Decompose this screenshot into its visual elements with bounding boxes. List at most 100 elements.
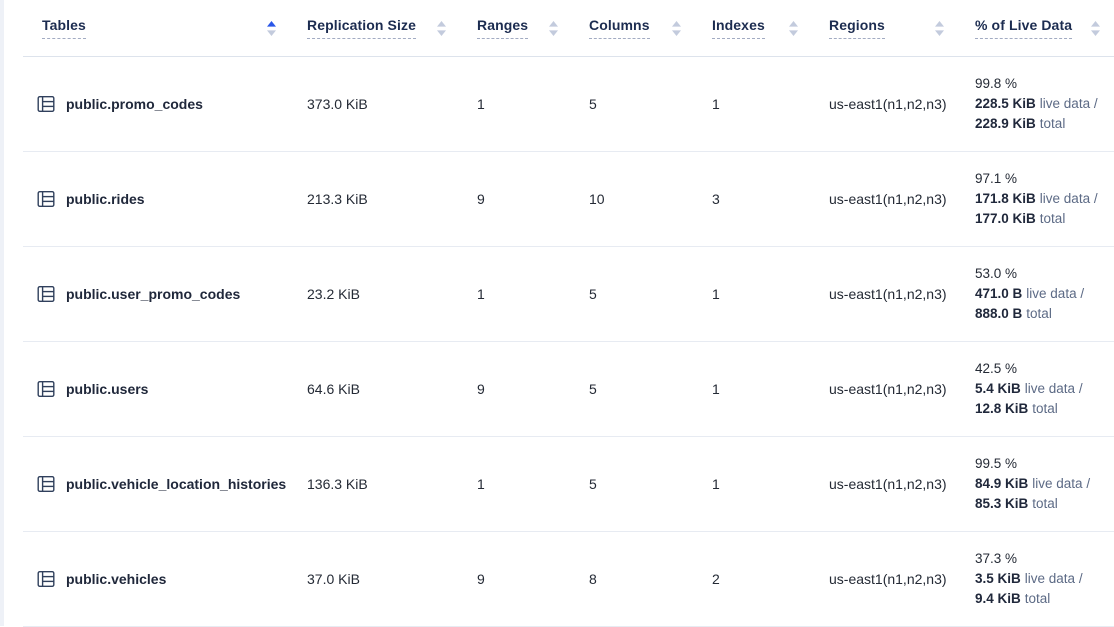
- table-icon: [37, 285, 55, 303]
- column-header-regions[interactable]: Regions: [812, 17, 958, 39]
- indexes-cell: 3: [695, 191, 812, 207]
- columns-cell: 5: [572, 286, 695, 302]
- table-name: public.promo_codes: [66, 96, 203, 112]
- live-percent: 42.5 %: [975, 359, 1114, 379]
- table-name: public.vehicle_location_histories: [66, 476, 286, 492]
- column-header-label: Columns: [589, 17, 650, 39]
- total-bytes-line: 12.8 KiBtotal: [975, 399, 1114, 419]
- column-header-columns[interactable]: Columns: [572, 17, 695, 39]
- column-header-label: Regions: [829, 17, 885, 39]
- table-icon: [37, 95, 55, 113]
- ranges-cell: 1: [460, 476, 572, 492]
- regions-cell: us-east1(n1,n2,n3): [812, 571, 958, 587]
- columns-cell: 5: [572, 381, 695, 397]
- live-percent: 99.5 %: [975, 454, 1114, 474]
- columns-cell: 8: [572, 571, 695, 587]
- table-name-cell[interactable]: public.promo_codes: [23, 95, 290, 113]
- table-name-cell[interactable]: public.rides: [23, 190, 290, 208]
- table-row: public.users 64.6 KiB 9 5 1 us-east1(n1,…: [23, 342, 1114, 437]
- ranges-cell: 9: [460, 191, 572, 207]
- sort-arrows-icon: [935, 21, 944, 36]
- replication-size-cell: 64.6 KiB: [290, 381, 460, 397]
- indexes-cell: 1: [695, 96, 812, 112]
- live-bytes-line: 228.5 KiBlive data /: [975, 94, 1114, 114]
- column-header-label: Tables: [42, 17, 86, 39]
- column-header-indexes[interactable]: Indexes: [695, 17, 812, 39]
- total-bytes-line: 228.9 KiBtotal: [975, 114, 1114, 134]
- live-bytes-line: 171.8 KiBlive data /: [975, 189, 1114, 209]
- live-bytes-line: 5.4 KiBlive data /: [975, 379, 1114, 399]
- total-bytes-line: 177.0 KiBtotal: [975, 209, 1114, 229]
- columns-cell: 10: [572, 191, 695, 207]
- replication-size-cell: 213.3 KiB: [290, 191, 460, 207]
- total-bytes-line: 888.0 Btotal: [975, 304, 1114, 324]
- regions-cell: us-east1(n1,n2,n3): [812, 476, 958, 492]
- sort-arrows-icon: [1091, 21, 1100, 36]
- live-bytes-line: 471.0 Blive data /: [975, 284, 1114, 304]
- live-data-cell: 53.0 % 471.0 Blive data / 888.0 Btotal: [958, 264, 1114, 324]
- sort-arrows-icon: [672, 21, 681, 36]
- column-header-ranges[interactable]: Ranges: [460, 17, 572, 39]
- ranges-cell: 1: [460, 286, 572, 302]
- table-icon: [37, 380, 55, 398]
- live-bytes-line: 3.5 KiBlive data /: [975, 569, 1114, 589]
- regions-cell: us-east1(n1,n2,n3): [812, 286, 958, 302]
- column-header-of-live-data[interactable]: % of Live Data: [958, 17, 1114, 39]
- tables-page: Tables Replication Size Ranges Columns: [0, 0, 1114, 626]
- replication-size-cell: 23.2 KiB: [290, 286, 460, 302]
- table-row: public.rides 213.3 KiB 9 10 3 us-east1(n…: [23, 152, 1114, 247]
- indexes-cell: 1: [695, 381, 812, 397]
- table-name: public.rides: [66, 191, 145, 207]
- table-row: public.user_promo_codes 23.2 KiB 1 5 1 u…: [23, 247, 1114, 342]
- live-data-cell: 99.8 % 228.5 KiBlive data / 228.9 KiBtot…: [958, 74, 1114, 134]
- columns-cell: 5: [572, 96, 695, 112]
- table-name-cell[interactable]: public.users: [23, 380, 290, 398]
- tables-table: Tables Replication Size Ranges Columns: [23, 0, 1114, 627]
- ranges-cell: 9: [460, 381, 572, 397]
- sort-arrows-icon: [437, 21, 446, 36]
- regions-cell: us-east1(n1,n2,n3): [812, 381, 958, 397]
- table-row: public.vehicles 37.0 KiB 9 8 2 us-east1(…: [23, 532, 1114, 627]
- column-header-label: Ranges: [477, 17, 528, 39]
- indexes-cell: 1: [695, 286, 812, 302]
- total-bytes-line: 85.3 KiBtotal: [975, 494, 1114, 514]
- table-name: public.vehicles: [66, 571, 166, 587]
- columns-cell: 5: [572, 476, 695, 492]
- table-body: public.promo_codes 373.0 KiB 1 5 1 us-ea…: [23, 57, 1114, 627]
- indexes-cell: 2: [695, 571, 812, 587]
- indexes-cell: 1: [695, 476, 812, 492]
- total-bytes-line: 9.4 KiBtotal: [975, 589, 1114, 609]
- column-header-label: Replication Size: [307, 17, 416, 39]
- table-name-cell[interactable]: public.user_promo_codes: [23, 285, 290, 303]
- table-icon: [37, 190, 55, 208]
- table-icon: [37, 475, 55, 493]
- live-data-cell: 99.5 % 84.9 KiBlive data / 85.3 KiBtotal: [958, 454, 1114, 514]
- column-header-tables[interactable]: Tables: [23, 17, 290, 39]
- live-bytes-line: 84.9 KiBlive data /: [975, 474, 1114, 494]
- replication-size-cell: 373.0 KiB: [290, 96, 460, 112]
- regions-cell: us-east1(n1,n2,n3): [812, 191, 958, 207]
- live-data-cell: 42.5 % 5.4 KiBlive data / 12.8 KiBtotal: [958, 359, 1114, 419]
- table-name: public.user_promo_codes: [66, 286, 240, 302]
- table-header-row: Tables Replication Size Ranges Columns: [23, 0, 1114, 57]
- table-name-cell[interactable]: public.vehicle_location_histories: [23, 475, 290, 493]
- ranges-cell: 1: [460, 96, 572, 112]
- sort-arrows-icon: [789, 21, 798, 36]
- live-percent: 97.1 %: [975, 169, 1114, 189]
- column-header-label: Indexes: [712, 17, 765, 39]
- column-header-replication-size[interactable]: Replication Size: [290, 17, 460, 39]
- live-data-cell: 97.1 % 171.8 KiBlive data / 177.0 KiBtot…: [958, 169, 1114, 229]
- table-row: public.vehicle_location_histories 136.3 …: [23, 437, 1114, 532]
- live-percent: 99.8 %: [975, 74, 1114, 94]
- ranges-cell: 9: [460, 571, 572, 587]
- replication-size-cell: 136.3 KiB: [290, 476, 460, 492]
- live-percent: 37.3 %: [975, 549, 1114, 569]
- live-data-cell: 37.3 % 3.5 KiBlive data / 9.4 KiBtotal: [958, 549, 1114, 609]
- sort-arrows-icon: [549, 21, 558, 36]
- table-name: public.users: [66, 381, 148, 397]
- column-header-label: % of Live Data: [975, 17, 1072, 39]
- live-percent: 53.0 %: [975, 264, 1114, 284]
- sort-arrows-icon: [267, 21, 276, 36]
- table-name-cell[interactable]: public.vehicles: [23, 570, 290, 588]
- regions-cell: us-east1(n1,n2,n3): [812, 96, 958, 112]
